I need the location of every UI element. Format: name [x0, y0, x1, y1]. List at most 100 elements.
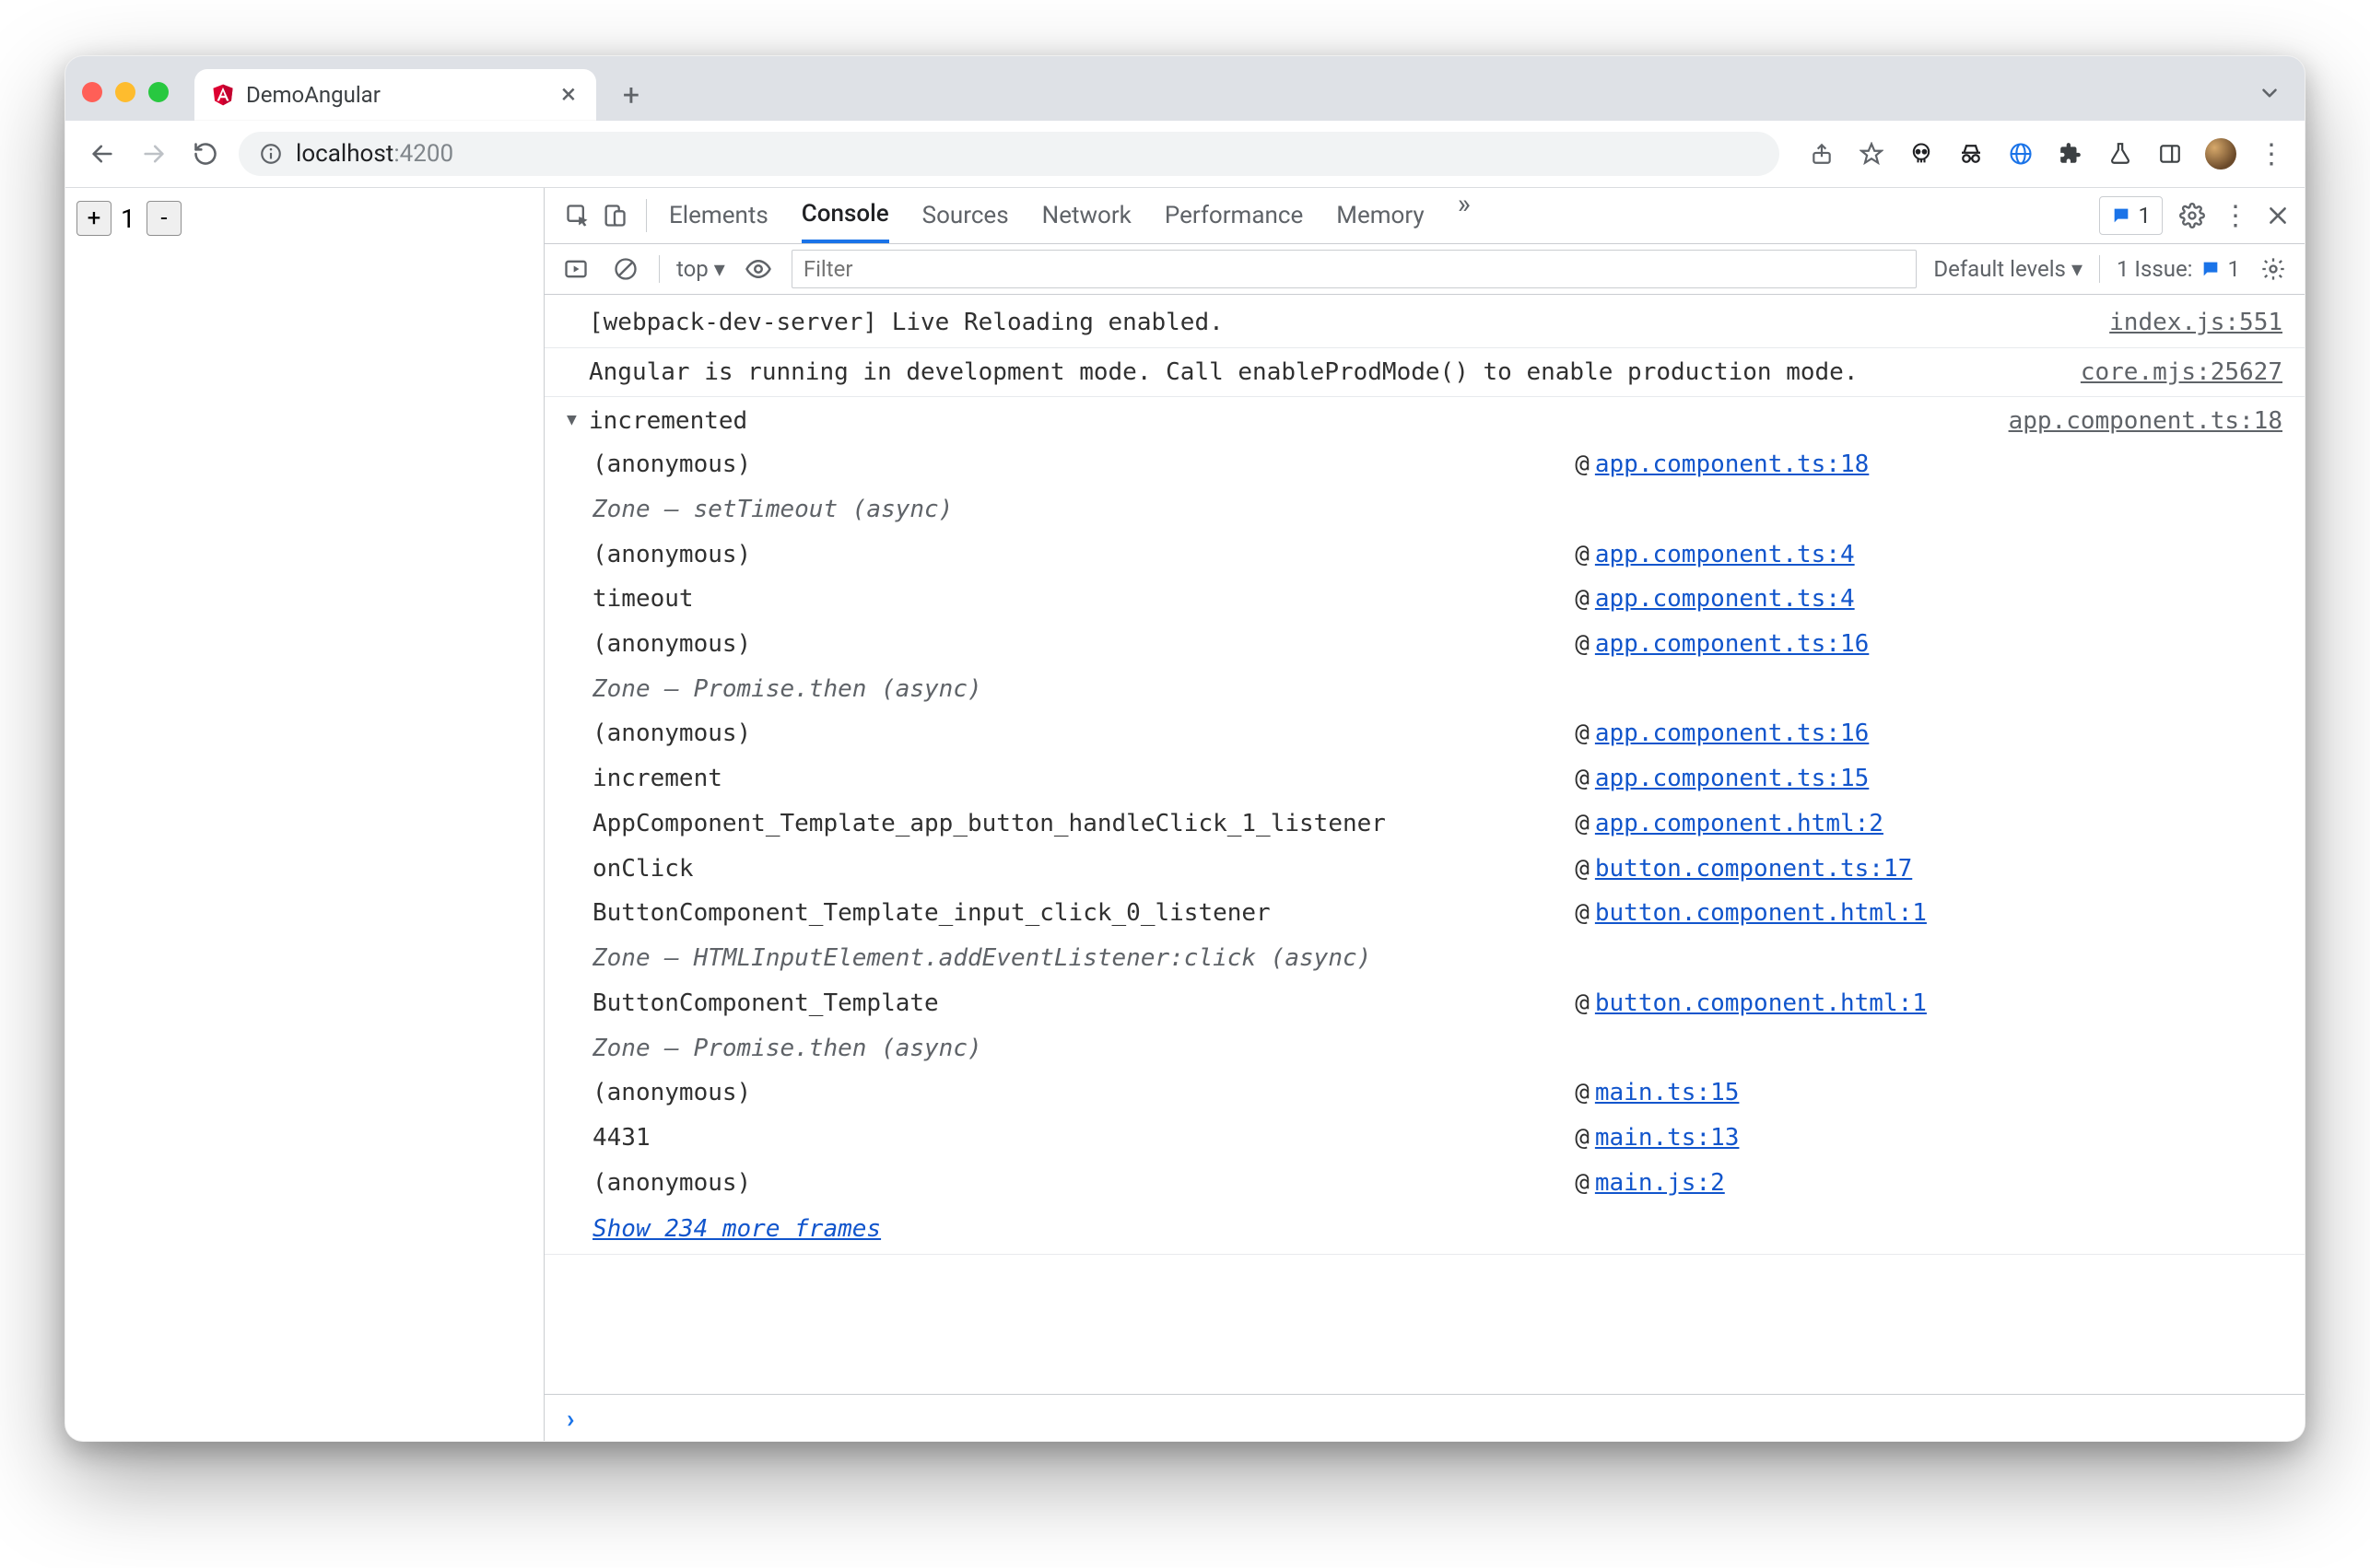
- source-link[interactable]: app.component.ts:4: [1595, 585, 1855, 613]
- stack-frame-location: @app.component.ts:4: [1575, 534, 2282, 576]
- console-row: [webpack-dev-server] Live Reloading enab…: [545, 298, 2305, 348]
- issues-count: 1: [2228, 256, 2241, 282]
- window-minimize[interactable]: [115, 82, 135, 102]
- devtools-more-icon[interactable]: ⋮: [2222, 200, 2249, 232]
- site-info-icon[interactable]: [259, 142, 283, 166]
- stack-frame-location: @app.component.html:2: [1575, 803, 2282, 845]
- decrement-button[interactable]: -: [147, 201, 182, 236]
- labs-flask-icon[interactable]: [2106, 139, 2135, 169]
- counter-widget: + 1 -: [76, 201, 533, 236]
- device-toolbar-icon[interactable]: [596, 197, 633, 234]
- stack-frame-function: AppComponent_Template_app_button_handleC…: [592, 803, 1553, 845]
- stack-frame-location: @button.component.html:1: [1575, 983, 2282, 1024]
- stack-async-boundary: Zone – Promise.then (async): [592, 1028, 2282, 1070]
- console-settings-icon[interactable]: [2257, 252, 2290, 286]
- log-source-link[interactable]: index.js:551: [2109, 302, 2282, 344]
- source-link[interactable]: app.component.ts:16: [1595, 630, 1869, 658]
- issues-label: 1 Issue:: [2117, 256, 2193, 282]
- source-link[interactable]: button.component.html:1: [1595, 899, 1927, 927]
- devtools-close-button[interactable]: [2266, 204, 2290, 228]
- stack-async-boundary: Zone – HTMLInputElement.addEventListener…: [592, 938, 2282, 979]
- live-expression-icon[interactable]: [742, 252, 775, 286]
- tab-memory[interactable]: Memory: [1336, 188, 1424, 243]
- log-source-link[interactable]: core.mjs:25627: [2081, 352, 2282, 393]
- issues-button[interactable]: 1 Issue: 1: [2117, 256, 2240, 282]
- stack-async-boundary: Zone – setTimeout (async): [592, 489, 2282, 531]
- tab-performance[interactable]: Performance: [1165, 188, 1303, 243]
- tab-elements[interactable]: Elements: [669, 188, 768, 243]
- tabs-overflow-button[interactable]: »: [1458, 188, 1471, 243]
- forward-button[interactable]: [135, 135, 172, 172]
- stack-frame-function: (anonymous): [592, 624, 1553, 665]
- trace-label: incremented: [589, 401, 747, 442]
- bookmark-star-icon[interactable]: [1857, 139, 1886, 169]
- profile-avatar[interactable]: [2205, 138, 2236, 170]
- browser-tab[interactable]: DemoAngular ×: [194, 69, 596, 121]
- stack-frame-location: @app.component.ts:15: [1575, 758, 2282, 800]
- dropdown-caret-icon: ▾: [714, 256, 725, 282]
- inspect-element-icon[interactable]: [559, 197, 596, 234]
- window-zoom[interactable]: [148, 82, 169, 102]
- source-link[interactable]: app.component.ts:4: [1595, 541, 1855, 568]
- stack-frame-location: @button.component.ts:17: [1575, 848, 2282, 890]
- tab-sources[interactable]: Sources: [922, 188, 1009, 243]
- trace-source-link[interactable]: app.component.ts:18: [2009, 401, 2282, 442]
- stack-trace: (anonymous) @app.component.ts:18Zone – se…: [589, 444, 2282, 1250]
- messages-pill[interactable]: 1: [2099, 196, 2164, 235]
- console-output: [webpack-dev-server] Live Reloading enab…: [545, 295, 2305, 1394]
- window-controls: [82, 82, 169, 102]
- stack-frame-location: @main.js:2: [1575, 1163, 2282, 1204]
- show-more-frames-link[interactable]: Show 234 more frames: [592, 1209, 881, 1250]
- reload-button[interactable]: [187, 135, 224, 172]
- stack-async-boundary: Zone – Promise.then (async): [592, 669, 2282, 710]
- source-link[interactable]: main.ts:15: [1595, 1079, 1740, 1106]
- console-prompt[interactable]: ›: [545, 1394, 2305, 1441]
- side-panel-icon[interactable]: [2155, 139, 2185, 169]
- source-link[interactable]: app.component.ts:18: [1595, 451, 1869, 478]
- source-link[interactable]: app.component.ts:15: [1595, 765, 1869, 792]
- log-levels-selector[interactable]: Default levels ▾: [1933, 256, 2083, 282]
- tab-close-button[interactable]: ×: [557, 81, 580, 109]
- console-row: Angular is running in development mode. …: [545, 348, 2305, 398]
- context-selector[interactable]: top ▾: [676, 256, 725, 282]
- devtools-settings-icon[interactable]: [2179, 203, 2205, 228]
- browser-menu-button[interactable]: ⋮: [2257, 139, 2286, 169]
- prompt-caret-icon: ›: [567, 1403, 574, 1433]
- share-icon[interactable]: [1807, 139, 1836, 169]
- increment-button[interactable]: +: [76, 201, 111, 236]
- extension-skull-icon[interactable]: [1907, 139, 1936, 169]
- extension-globe-icon[interactable]: [2006, 139, 2036, 169]
- tab-network[interactable]: Network: [1042, 188, 1132, 243]
- source-link[interactable]: main.js:2: [1595, 1169, 1725, 1197]
- source-link[interactable]: button.component.html:1: [1595, 989, 1927, 1017]
- stack-frame-location: @button.component.html:1: [1575, 893, 2282, 934]
- tab-overflow-button[interactable]: [2251, 75, 2288, 111]
- stack-frame-function: (anonymous): [592, 534, 1553, 576]
- source-link[interactable]: main.ts:13: [1595, 1124, 1740, 1152]
- extensions-puzzle-icon[interactable]: [2056, 139, 2085, 169]
- extension-incognito-icon[interactable]: [1956, 139, 1986, 169]
- filter-input[interactable]: [792, 250, 1918, 288]
- new-tab-button[interactable]: +: [611, 75, 651, 115]
- address-bar[interactable]: localhost:4200: [239, 132, 1779, 176]
- devtools-tabs: Elements Console Sources Network Perform…: [669, 188, 2099, 243]
- content-area: + 1 - Elements Console Sources Networ: [65, 188, 2305, 1441]
- messages-count: 1: [2139, 203, 2152, 228]
- window-close[interactable]: [82, 82, 102, 102]
- stack-frame-location: @app.component.ts:18: [1575, 444, 2282, 486]
- console-sidebar-toggle-icon[interactable]: [559, 252, 592, 286]
- stack-frame-function: increment: [592, 758, 1553, 800]
- stack-frame-location: @main.ts:13: [1575, 1117, 2282, 1159]
- devtools-toolbar: Elements Console Sources Network Perform…: [545, 188, 2305, 244]
- stack-frame-function: (anonymous): [592, 713, 1553, 755]
- clear-console-icon[interactable]: [609, 252, 642, 286]
- tab-console[interactable]: Console: [802, 188, 889, 243]
- source-link[interactable]: app.component.html:2: [1595, 810, 1883, 837]
- page-viewport: + 1 -: [65, 188, 545, 1441]
- stack-frame-function: onClick: [592, 848, 1553, 890]
- back-button[interactable]: [84, 135, 121, 172]
- source-link[interactable]: app.component.ts:16: [1595, 720, 1869, 747]
- source-link[interactable]: button.component.ts:17: [1595, 855, 1912, 883]
- disclosure-triangle-icon[interactable]: ▼: [567, 406, 577, 435]
- stack-frame-location: @app.component.ts:4: [1575, 579, 2282, 620]
